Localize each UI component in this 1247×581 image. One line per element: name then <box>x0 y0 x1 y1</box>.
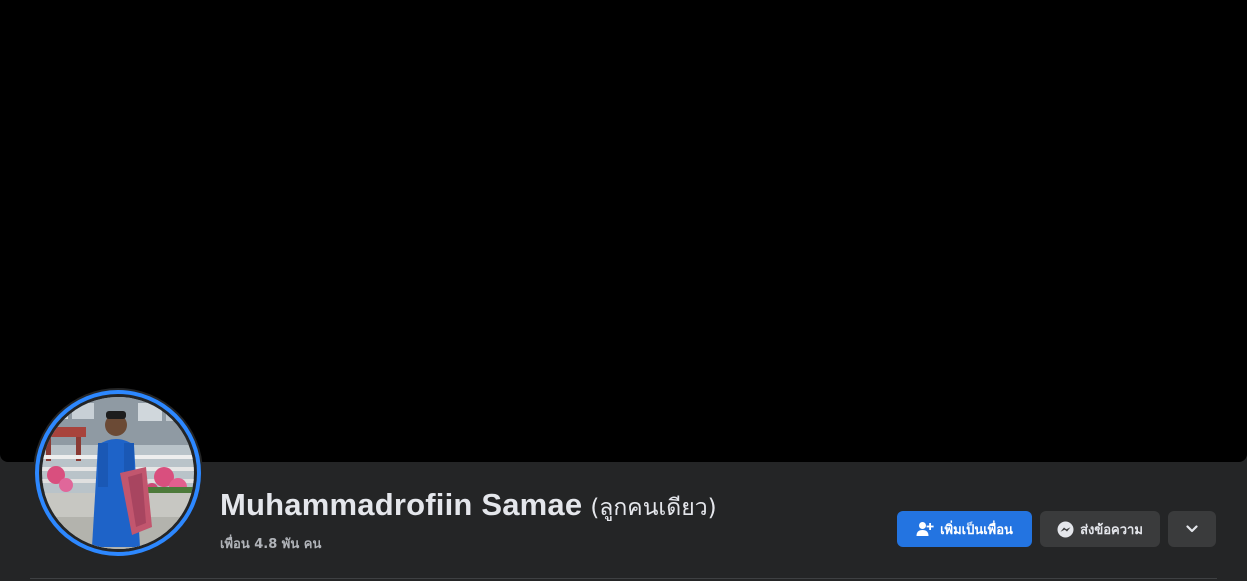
add-friend-button[interactable]: เพิ่มเป็นเพื่อน <box>897 511 1032 547</box>
add-friend-icon <box>916 521 934 537</box>
profile-header: Muhammadrofiin Samae (ลูกคนเดียว) เพื่อน… <box>220 487 717 554</box>
profile-name: Muhammadrofiin Samae <box>220 487 583 522</box>
friends-count-link[interactable]: เพื่อน 4.8 พัน คน <box>220 533 717 554</box>
send-message-button[interactable]: ส่งข้อความ <box>1040 511 1160 547</box>
profile-page: Muhammadrofiin Samae (ลูกคนเดียว) เพื่อน… <box>0 0 1247 581</box>
add-friend-label: เพิ่มเป็นเพื่อน <box>940 522 1013 538</box>
profile-name-line: Muhammadrofiin Samae (ลูกคนเดียว) <box>220 487 717 526</box>
send-message-label: ส่งข้อความ <box>1080 522 1143 538</box>
chevron-down-icon <box>1186 522 1198 537</box>
profile-alternate-name: (ลูกคนเดียว) <box>590 495 717 521</box>
messenger-icon <box>1057 521 1074 538</box>
avatar-image <box>42 397 194 549</box>
cover-photo[interactable] <box>0 0 1247 462</box>
profile-avatar[interactable] <box>33 388 203 558</box>
section-divider <box>30 578 1217 579</box>
more-options-button[interactable] <box>1168 511 1216 547</box>
story-ring <box>35 390 201 556</box>
avatar-photo <box>42 397 194 549</box>
